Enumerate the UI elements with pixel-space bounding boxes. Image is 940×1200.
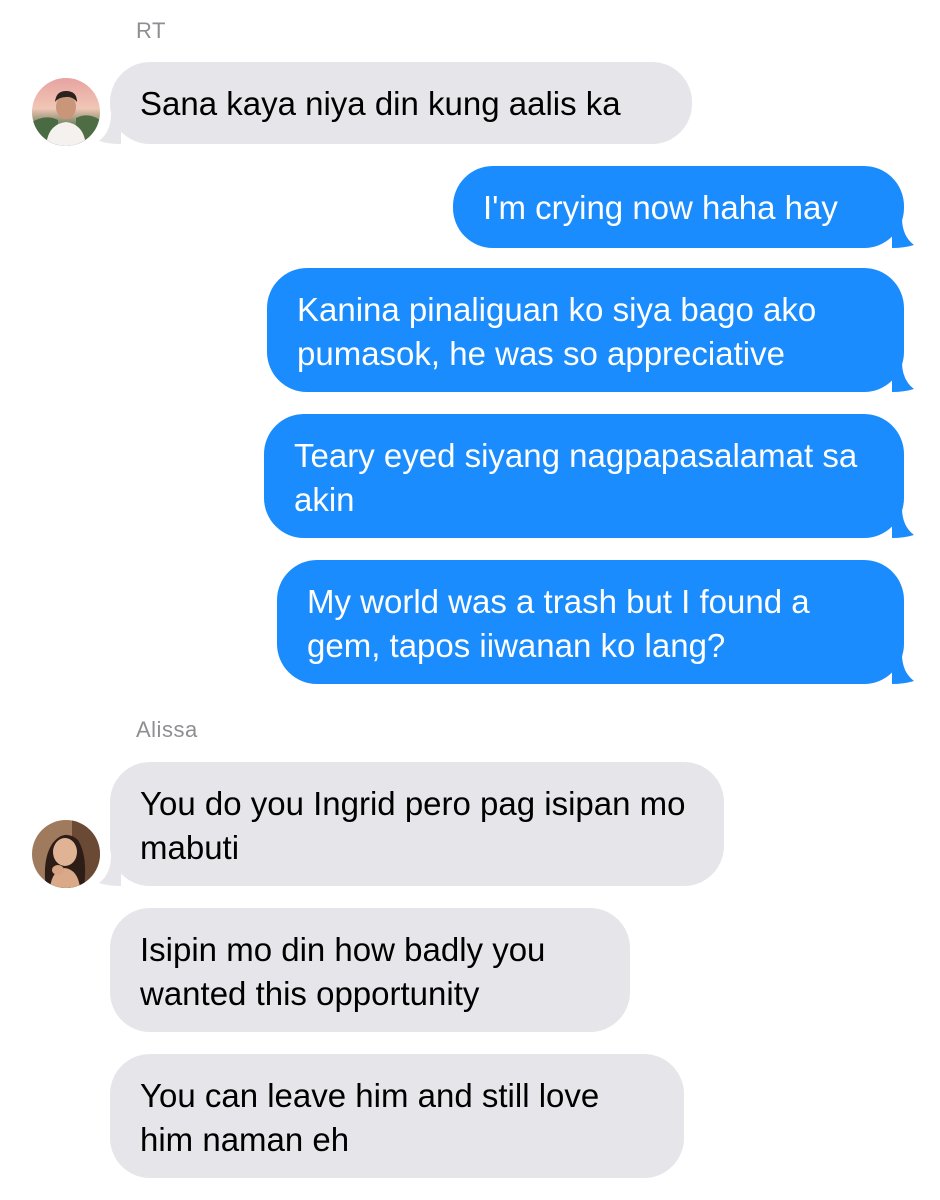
avatar-alissa[interactable]	[32, 820, 100, 888]
bubble-tail-outgoing	[892, 508, 914, 538]
bubble-tail-outgoing	[892, 654, 914, 684]
contact-photo-woman-icon	[32, 820, 100, 888]
message-bubble-outgoing[interactable]: My world was a trash but I found a gem, …	[277, 560, 904, 684]
message-bubble-outgoing[interactable]: Teary eyed siyang nagpapasalamat sa akin	[264, 414, 904, 538]
bubble-tail-incoming	[99, 114, 121, 144]
message-bubble-incoming[interactable]: You can leave him and still love him nam…	[110, 1054, 684, 1178]
bubble-tail-outgoing	[892, 218, 914, 248]
message-bubble-incoming[interactable]: You do you Ingrid pero pag isipan mo mab…	[110, 762, 724, 886]
message-bubble-incoming[interactable]: Isipin mo din how badly you wanted this …	[110, 908, 630, 1032]
bubble-tail-outgoing	[892, 362, 914, 392]
contact-photo-man-icon	[32, 78, 100, 146]
message-bubble-incoming[interactable]: Sana kaya niya din kung aalis ka	[110, 62, 692, 144]
message-bubble-outgoing[interactable]: I'm crying now haha hay	[453, 166, 904, 248]
sender-name-alissa: Alissa	[136, 717, 198, 742]
sender-name-rt: RT	[136, 18, 166, 43]
avatar-rt[interactable]	[32, 78, 100, 146]
message-bubble-outgoing[interactable]: Kanina pinaliguan ko siya bago ako pumas…	[267, 268, 904, 392]
bubble-tail-incoming	[99, 856, 121, 886]
